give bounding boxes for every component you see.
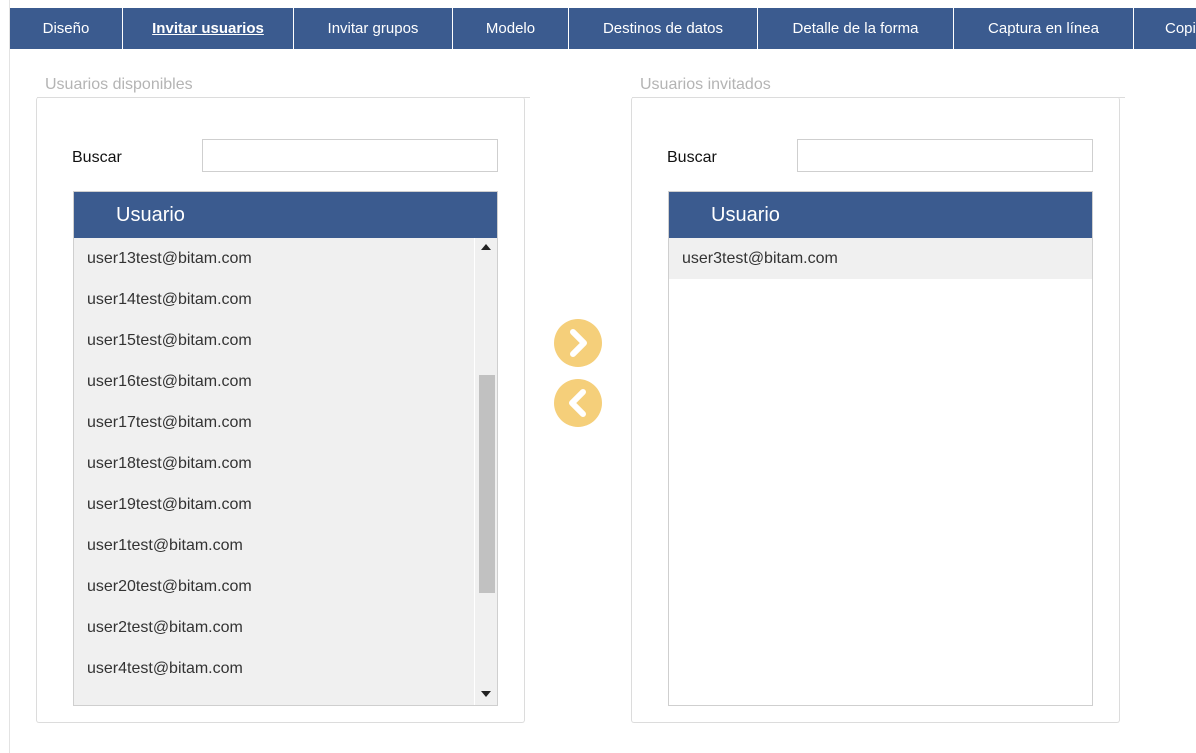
available-column-header[interactable]: Usuario: [74, 192, 497, 238]
tab-captura-en-linea[interactable]: Captura en línea: [954, 8, 1134, 49]
scroll-down-arrow-icon[interactable]: [481, 691, 491, 697]
available-users-legend: Usuarios disponibles: [43, 76, 197, 94]
invited-column-header[interactable]: Usuario: [669, 192, 1092, 238]
add-user-button[interactable]: [554, 319, 602, 367]
available-search-label: Buscar: [72, 149, 122, 166]
tab-destinos-de-datos[interactable]: Destinos de datos: [569, 8, 758, 49]
available-search-input[interactable]: [202, 139, 498, 172]
remove-user-button[interactable]: [554, 379, 602, 427]
page-left-border: [9, 0, 10, 753]
tab-detalle-de-la-forma[interactable]: Detalle de la forma: [758, 8, 954, 49]
tab-invitar-grupos[interactable]: Invitar grupos: [294, 8, 453, 49]
scroll-up-arrow-icon[interactable]: [481, 244, 491, 250]
tab-bar: Diseño Invitar usuarios Invitar grupos M…: [10, 8, 1196, 49]
page: Diseño Invitar usuarios Invitar grupos M…: [0, 0, 1196, 753]
list-item[interactable]: user19test@bitam.com: [74, 484, 474, 525]
list-item[interactable]: user18test@bitam.com: [74, 443, 474, 484]
invited-users-grid: Usuario user3test@bitam.com: [668, 191, 1093, 706]
chevron-left-icon: [569, 389, 586, 417]
tab-modelo[interactable]: Modelo: [453, 8, 569, 49]
tab-invitar-usuarios[interactable]: Invitar usuarios: [123, 8, 294, 49]
list-item[interactable]: user2test@bitam.com: [74, 607, 474, 648]
invited-search-input[interactable]: [797, 139, 1093, 172]
list-item[interactable]: user20test@bitam.com: [74, 566, 474, 607]
tab-diseno[interactable]: Diseño: [10, 8, 123, 49]
available-users-list: user13test@bitam.com user14test@bitam.co…: [74, 238, 474, 705]
list-item[interactable]: user16test@bitam.com: [74, 361, 474, 402]
list-item[interactable]: user17test@bitam.com: [74, 402, 474, 443]
available-list-scrollbar[interactable]: [474, 238, 497, 705]
invited-users-legend: Usuarios invitados: [638, 76, 775, 94]
scroll-thumb[interactable]: [479, 375, 495, 593]
list-item[interactable]: user13test@bitam.com: [74, 238, 474, 279]
list-item[interactable]: user4test@bitam.com: [74, 648, 474, 689]
invited-search-label: Buscar: [667, 149, 717, 166]
list-item[interactable]: user3test@bitam.com: [669, 238, 1092, 279]
tab-copiar[interactable]: Copi: [1134, 8, 1196, 49]
invited-users-list: user3test@bitam.com: [669, 238, 1092, 705]
list-item[interactable]: user15test@bitam.com: [74, 320, 474, 361]
available-users-grid: Usuario user13test@bitam.com user14test@…: [73, 191, 498, 706]
chevron-right-icon: [570, 329, 587, 357]
list-item[interactable]: user1test@bitam.com: [74, 525, 474, 566]
list-item[interactable]: user14test@bitam.com: [74, 279, 474, 320]
